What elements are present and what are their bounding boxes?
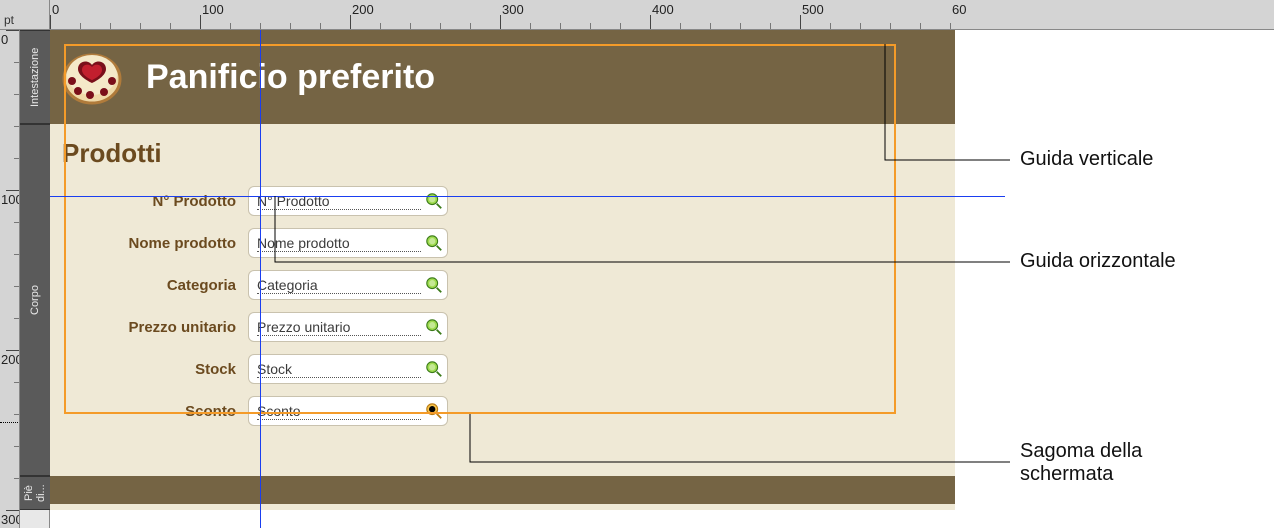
ruler-horizontal[interactable]: 0 100 200 300 400 500 60 <box>50 0 1274 30</box>
ruler-h-tick <box>710 23 711 29</box>
ruler-h-tick <box>620 23 621 29</box>
part-label-header[interactable]: Intestazione <box>20 30 50 124</box>
ruler-h-tick <box>470 23 471 29</box>
ruler-h-label: 500 <box>802 2 824 17</box>
ruler-h-tick <box>500 15 501 29</box>
ruler-h-tick <box>170 23 171 29</box>
ruler-h-label: 60 <box>952 2 966 17</box>
ruler-h-label: 0 <box>52 2 59 17</box>
ruler-h-tick <box>140 23 141 29</box>
callout-horizontal-guide: Guida orizzontale <box>1020 250 1176 273</box>
ruler-h-tick <box>200 15 201 29</box>
ruler-unit-label: pt <box>4 13 14 27</box>
ruler-h-label: 300 <box>502 2 524 17</box>
ruler-h-label: 400 <box>652 2 674 17</box>
ruler-h-tick <box>440 23 441 29</box>
ruler-h-tick <box>800 15 801 29</box>
ruler-v-tick <box>6 510 20 511</box>
ruler-h-tick <box>230 23 231 29</box>
ruler-vertical[interactable]: 0 100 200 300 <box>0 30 20 528</box>
ruler-h-tick <box>110 23 111 29</box>
ruler-h-tick <box>80 23 81 29</box>
part-label-footer[interactable]: Piè di... <box>20 476 50 510</box>
ruler-h-tick <box>410 23 411 29</box>
ruler-h-tick <box>860 23 861 29</box>
ruler-h-tick <box>530 23 531 29</box>
ruler-h-tick <box>260 23 261 29</box>
ruler-h-tick <box>770 23 771 29</box>
ruler-v-tick <box>6 190 20 191</box>
ruler-h-tick <box>740 23 741 29</box>
callout-screen-outline: Sagoma della schermata <box>1020 440 1220 486</box>
ruler-v-label: 300 <box>1 512 20 527</box>
ruler-h-tick <box>560 23 561 29</box>
ruler-h-tick <box>380 23 381 29</box>
ruler-v-label: 200 <box>1 352 20 367</box>
ruler-h-tick <box>50 15 51 29</box>
ruler-h-tick <box>350 15 351 29</box>
ruler-v-part-marker <box>0 422 20 423</box>
ruler-h-tick <box>890 23 891 29</box>
ruler-h-tick <box>830 23 831 29</box>
ruler-h-label: 200 <box>352 2 374 17</box>
ruler-h-tick <box>290 23 291 29</box>
ruler-h-tick <box>650 15 651 29</box>
ruler-v-label: 0 <box>1 32 8 47</box>
ruler-v-tick <box>6 30 20 31</box>
ruler-h-label: 100 <box>202 2 224 17</box>
part-label-body[interactable]: Corpo <box>20 124 50 476</box>
ruler-h-tick <box>590 23 591 29</box>
ruler-h-tick <box>950 23 951 29</box>
ruler-v-label: 100 <box>1 192 20 207</box>
part-gutter: Intestazione Corpo Piè di... <box>20 30 50 528</box>
ruler-v-tick <box>6 350 20 351</box>
callout-vertical-guide: Guida verticale <box>1020 148 1153 171</box>
ruler-h-tick <box>680 23 681 29</box>
ruler-corner: pt <box>0 0 50 30</box>
ruler-h-tick <box>320 23 321 29</box>
ruler-h-tick <box>920 23 921 29</box>
